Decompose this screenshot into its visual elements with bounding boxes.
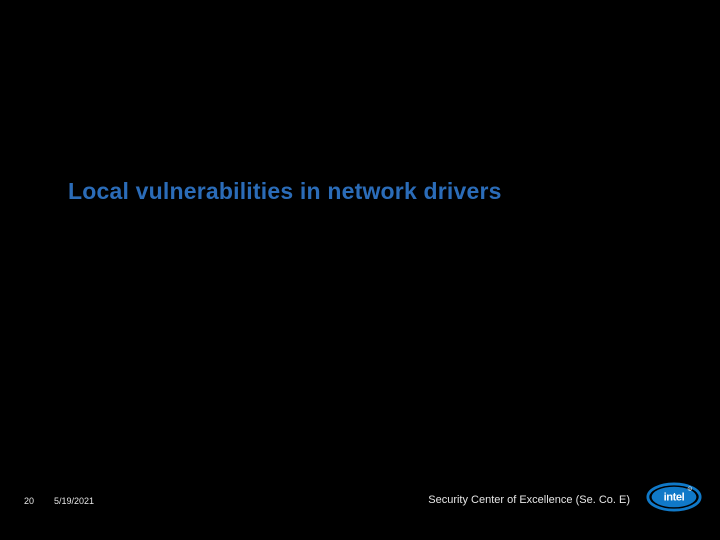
slide: Local vulnerabilities in network drivers… (0, 0, 720, 540)
svg-text:intel: intel (664, 492, 685, 504)
slide-title: Local vulnerabilities in network drivers (68, 178, 680, 205)
intel-logo-icon: intel R (646, 480, 702, 514)
organization-label: Security Center of Excellence (Se. Co. E… (428, 494, 630, 506)
slide-footer: 20 5/19/2021 Security Center of Excellen… (0, 478, 720, 518)
slide-date: 5/19/2021 (54, 496, 94, 506)
page-number: 20 (24, 496, 34, 506)
